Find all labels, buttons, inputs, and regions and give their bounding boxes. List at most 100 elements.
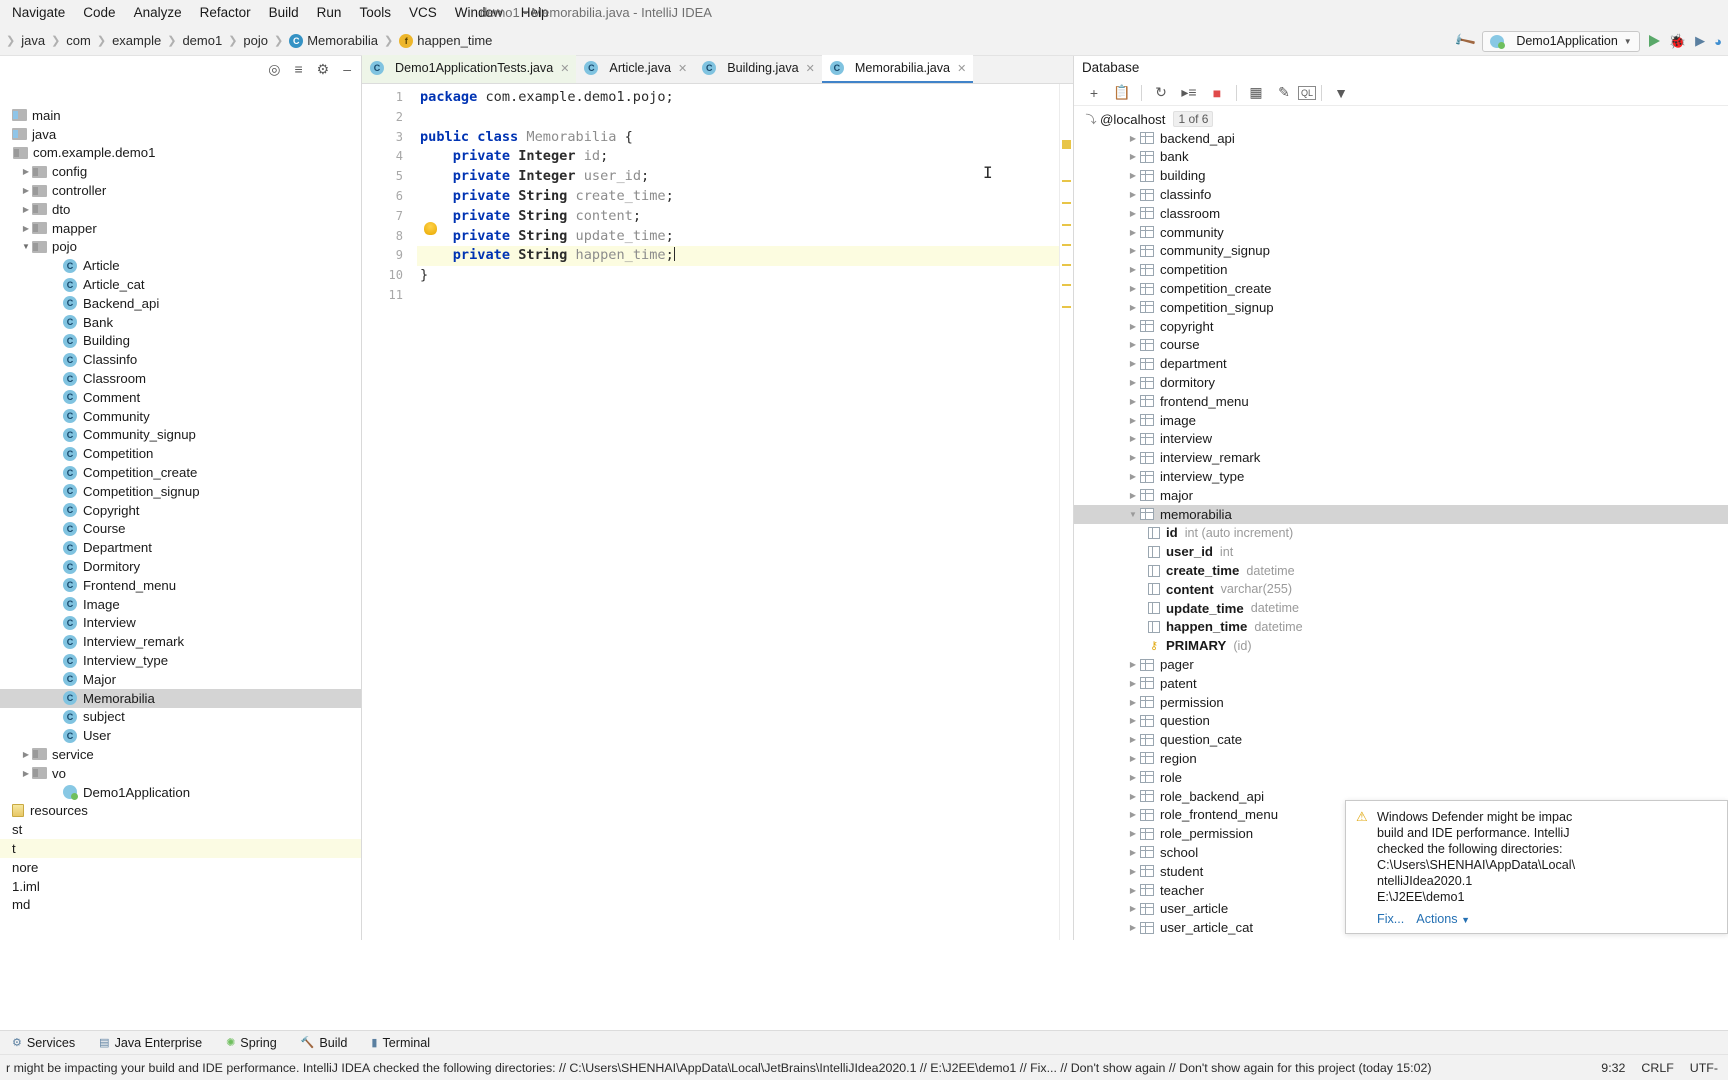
menu-item-tools[interactable]: Tools (350, 0, 400, 26)
project-tree-item[interactable]: C User (0, 726, 361, 745)
chevron-right-icon[interactable]: ▶ (1126, 340, 1140, 349)
database-table-row[interactable]: ▶ classroom (1074, 204, 1728, 223)
project-tree-item[interactable]: ▶ vo (0, 764, 361, 783)
chevron-right-icon[interactable]: ▶ (1126, 848, 1140, 857)
hide-icon[interactable]: – (343, 62, 351, 76)
stripe-marker[interactable] (1062, 244, 1071, 246)
project-tree-item[interactable]: ▶ service (0, 745, 361, 764)
chevron-right-icon[interactable]: ▶ (1126, 698, 1140, 707)
chevron-right-icon[interactable]: ▶ (1126, 660, 1140, 669)
editor-code-line[interactable]: } (417, 266, 1073, 286)
chevron-right-icon[interactable]: ▶ (1126, 228, 1140, 237)
project-tree-item[interactable]: C Classroom (0, 369, 361, 388)
chevron-right-icon[interactable]: ▶ (1126, 209, 1140, 218)
breadcrumb-item-demo1[interactable]: demo1 (178, 33, 226, 48)
database-table-row[interactable]: ▶ competition_create (1074, 279, 1728, 298)
project-tree-item[interactable]: C Department (0, 538, 361, 557)
editor-tab-memorabilia[interactable]: C Memorabilia.java ✕ (821, 55, 974, 83)
database-table-row[interactable]: ▼ memorabilia (1074, 504, 1728, 524)
locate-icon[interactable]: ◎ (268, 62, 280, 76)
database-table-row[interactable]: ▶ question_cate (1074, 730, 1728, 749)
project-tree-item[interactable]: Csubject (0, 708, 361, 727)
database-connection-row[interactable]: ⤵ @localhost 1 of 6 (1074, 110, 1728, 129)
database-table-row[interactable]: ▶ bank (1074, 148, 1728, 167)
project-tree[interactable]: main java com.example.demo1 ▶ config ▶ control… (0, 106, 361, 914)
project-tree-item[interactable]: Demo1Application (0, 783, 361, 802)
database-table-row[interactable]: ▶ backend_api (1074, 129, 1728, 148)
chevron-right-icon[interactable]: ▶ (20, 186, 32, 195)
database-column-row[interactable]: update_time datetime (1074, 599, 1728, 618)
database-table-row[interactable]: ▶ frontend_menu (1074, 392, 1728, 411)
chevron-right-icon[interactable]: ▶ (1126, 171, 1140, 180)
menu-item-navigate[interactable]: Navigate (0, 0, 74, 26)
project-tree-item[interactable]: ▼ pojo (0, 238, 361, 257)
settings-gear-icon[interactable]: ⚙ (317, 62, 330, 76)
project-tree-item[interactable]: main (0, 106, 361, 125)
chevron-right-icon[interactable]: ▶ (1126, 284, 1140, 293)
chevron-right-icon[interactable]: ▶ (1126, 397, 1140, 406)
chevron-right-icon[interactable]: ▶ (1126, 472, 1140, 481)
chevron-right-icon[interactable]: ▶ (1126, 810, 1140, 819)
database-table-row[interactable]: ▶ patent (1074, 674, 1728, 693)
intention-bulb-icon[interactable] (424, 222, 437, 236)
database-table-row[interactable]: ▶ copyright (1074, 317, 1728, 336)
breadcrumb-item-happen-time[interactable]: f happen_time (395, 33, 496, 48)
editor-code-line[interactable]: private String update_time; (417, 227, 1073, 247)
chevron-right-icon[interactable]: ▶ (1126, 359, 1140, 368)
close-icon[interactable]: ✕ (678, 62, 687, 75)
project-tree-item[interactable]: st (0, 820, 361, 839)
project-tree-item[interactable]: C Interview_type (0, 651, 361, 670)
close-icon[interactable]: ✕ (957, 62, 966, 75)
project-tree-item[interactable]: ▶ dto (0, 200, 361, 219)
chevron-right-icon[interactable]: ▶ (1126, 923, 1140, 932)
table-editor-icon[interactable]: ▦ (1242, 81, 1270, 105)
breadcrumb-item-com[interactable]: com (62, 33, 95, 48)
menu-item-analyze[interactable]: Analyze (125, 0, 191, 26)
sql-console-icon[interactable]: QL (1298, 85, 1316, 100)
editor-code-line[interactable]: private String create_time; (417, 187, 1073, 207)
chevron-right-icon[interactable]: ▶ (1126, 246, 1140, 255)
database-table-row[interactable]: ▶ community (1074, 223, 1728, 242)
close-icon[interactable]: ✕ (560, 62, 569, 75)
database-table-row[interactable]: ▶ permission (1074, 693, 1728, 712)
project-tree-item[interactable]: C Bank (0, 313, 361, 332)
chevron-down-icon[interactable]: ▼ (20, 242, 32, 251)
tool-window-spring[interactable]: ✺ Spring (214, 1036, 289, 1050)
tool-window-terminal[interactable]: ▮ Terminal (359, 1036, 442, 1050)
project-tree-item[interactable]: resources (0, 801, 361, 820)
modify-icon[interactable]: ✎ (1270, 81, 1298, 105)
chevron-right-icon[interactable]: ▶ (1126, 265, 1140, 274)
notification-fix-link[interactable]: Fix... (1377, 911, 1404, 928)
database-column-row[interactable]: create_time datetime (1074, 561, 1728, 580)
menu-item-run[interactable]: Run (308, 0, 351, 26)
project-tree-item[interactable]: C Image (0, 595, 361, 614)
chevron-right-icon[interactable]: ▶ (20, 224, 32, 233)
profile-icon[interactable]: ◕ (1714, 34, 1722, 49)
project-tree-item[interactable]: 1.iml (0, 877, 361, 896)
copy-icon[interactable]: 📋 (1108, 81, 1136, 105)
project-tree-item[interactable]: md (0, 895, 361, 914)
project-tree-item[interactable]: ▶ controller (0, 181, 361, 200)
project-tree-item[interactable]: C Interview_remark (0, 632, 361, 651)
run-sql-icon[interactable]: ▸≡ (1175, 81, 1203, 105)
notification-actions-link[interactable]: Actions ▼ (1416, 911, 1470, 928)
debug-icon[interactable]: 🐞 (1669, 33, 1686, 50)
chevron-right-icon[interactable]: ▶ (1126, 904, 1140, 913)
chevron-right-icon[interactable]: ▶ (1126, 867, 1140, 876)
project-tree-item[interactable]: C Backend_api (0, 294, 361, 313)
breadcrumb-item-example[interactable]: example (108, 33, 165, 48)
chevron-right-icon[interactable]: ▶ (1126, 190, 1140, 199)
database-table-row[interactable]: ▶ building (1074, 166, 1728, 185)
editor-code-line[interactable]: private Integer id; (417, 147, 1073, 167)
project-tree-item[interactable]: C Building (0, 332, 361, 351)
menu-item-vcs[interactable]: VCS (400, 0, 446, 26)
refresh-icon[interactable]: ↻ (1147, 81, 1175, 105)
chevron-right-icon[interactable]: ▶ (1126, 792, 1140, 801)
editor-code-line[interactable]: private String content; (417, 207, 1073, 227)
project-tree-item[interactable]: C Copyright (0, 501, 361, 520)
project-tree-item[interactable]: C Frontend_menu (0, 576, 361, 595)
project-tree-item[interactable]: C Competition (0, 444, 361, 463)
notification-balloon[interactable]: ⚠ Windows Defender might be impac build … (1345, 800, 1728, 934)
add-icon[interactable]: + (1080, 81, 1108, 105)
chevron-right-icon[interactable]: ▶ (1126, 378, 1140, 387)
